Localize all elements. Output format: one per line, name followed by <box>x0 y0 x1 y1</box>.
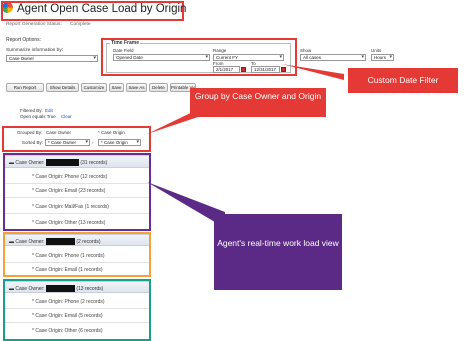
grouped-by-value: Case Owner <box>46 130 72 135</box>
range-label: Range <box>213 48 227 53</box>
sorted-by-label: Sorted By: <box>22 140 44 145</box>
filtered-by-label: Filtered By: <box>20 108 43 113</box>
edit-filter-link[interactable]: Edit <box>45 108 53 113</box>
grouped-by-label: Grouped By: <box>17 130 43 135</box>
group-3-highlight-box <box>3 279 151 341</box>
group-by-arrow <box>147 106 213 134</box>
chevron-right-icon: › <box>92 140 94 145</box>
status-label: Report Generation Status: <box>6 22 62 27</box>
units-select[interactable]: Hours <box>371 54 394 61</box>
clear-filter-link[interactable]: Clear <box>61 114 72 119</box>
group-2-highlight-box <box>3 232 151 277</box>
calendar-icon[interactable] <box>241 67 246 72</box>
sorted-by-select[interactable]: * Case Owner <box>45 139 90 146</box>
delete-button[interactable]: Delete <box>149 83 168 92</box>
show-label: Show <box>300 48 312 53</box>
callout-custom-date-filter: Custom Date Filter <box>348 68 458 93</box>
save-as-button[interactable]: Save As <box>126 83 147 92</box>
filter-open-equals: Open equals True <box>20 114 56 119</box>
customize-button[interactable]: Customize <box>81 83 107 92</box>
group-1-highlight-box <box>3 153 151 231</box>
then-grouped-by-label: * Case Origin <box>98 130 125 135</box>
date-field-label: Date Field <box>113 48 134 53</box>
summarize-select[interactable]: Case Owner <box>6 55 98 62</box>
run-report-button[interactable]: Run Report <box>6 83 44 92</box>
report-options-heading: Report Options: <box>6 37 42 43</box>
sorted-by-select-2[interactable]: * Case Origin <box>98 139 141 146</box>
status-value: Complete <box>70 22 91 27</box>
units-label: Units <box>371 48 382 53</box>
show-details-button[interactable]: Show Details <box>46 83 79 92</box>
callout-workload-view: Agent's real-time work load view <box>214 214 342 290</box>
summarize-label: Summarize information by: <box>6 48 64 53</box>
time-frame-title: Time Frame <box>110 40 140 46</box>
range-select[interactable]: Current FY <box>213 54 284 61</box>
page-title: Agent Open Case Load by Origin <box>17 3 187 15</box>
from-date-input[interactable]: 2/1/2017 <box>213 66 240 73</box>
to-date-input[interactable]: 12/31/2017 <box>251 66 280 73</box>
date-field-select[interactable]: Opened Date <box>113 54 210 61</box>
save-button[interactable]: Save <box>109 83 124 92</box>
